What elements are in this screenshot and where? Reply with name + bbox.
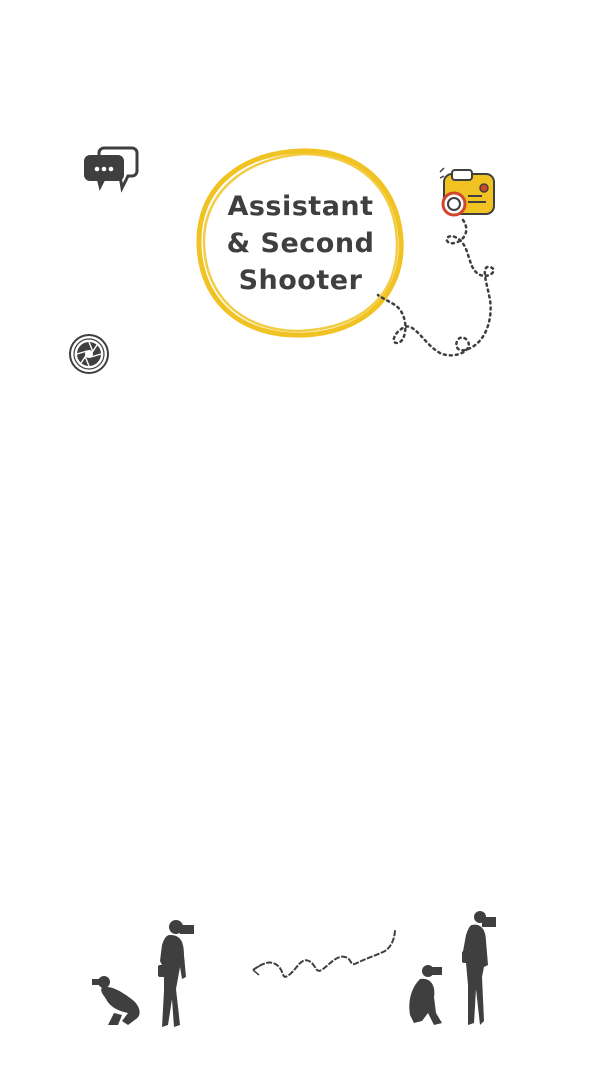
title-line-3: Shooter bbox=[238, 265, 363, 296]
page-title: Assistant & Second Shooter bbox=[213, 188, 388, 299]
title-line-1: Assistant bbox=[227, 191, 374, 222]
shutter-aperture-icon bbox=[69, 334, 109, 374]
chat-bubbles-icon bbox=[84, 146, 139, 193]
camera-icon bbox=[439, 167, 495, 217]
title-line-2: & Second bbox=[226, 228, 375, 259]
photographers-silhouette-left bbox=[92, 920, 194, 1027]
dotted-trail-decoration bbox=[376, 218, 495, 357]
photographers-silhouette-right bbox=[409, 911, 496, 1025]
squiggle-decoration bbox=[252, 928, 396, 978]
